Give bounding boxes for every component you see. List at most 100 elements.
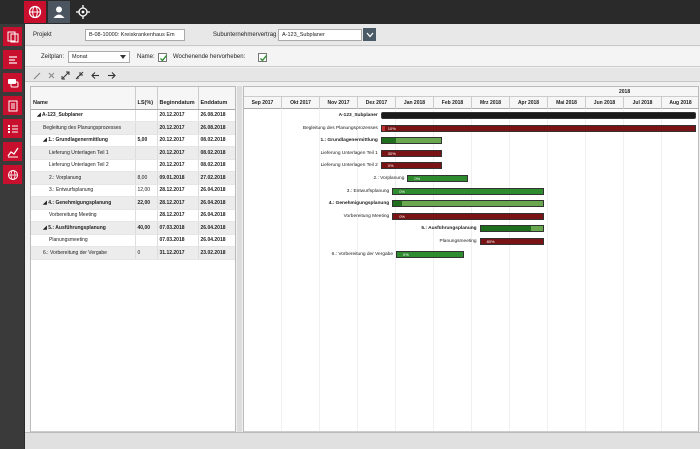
month-gridline	[547, 109, 548, 433]
schedule-icon[interactable]	[3, 50, 22, 69]
task-end-cell: 26.04.2018	[198, 196, 235, 210]
gantt-bar-percent: 0%	[399, 213, 405, 219]
gantt-bar[interactable]: 0%	[392, 212, 545, 220]
task-begin-cell: 31.12.2017	[157, 246, 199, 260]
projekt-field[interactable]: B-08-10000: Kreiskrankenhaus Em	[85, 29, 185, 41]
chart-icon[interactable]	[3, 142, 22, 161]
table-row[interactable]: Planungsmeeting 07.03.2018 26.04.2018	[31, 234, 235, 247]
month-gridline	[357, 109, 358, 433]
gantt-task-label: 2.: Vorplanung	[373, 176, 405, 181]
delete-icon[interactable]	[47, 71, 56, 80]
task-ls-cell: 40,00	[135, 221, 158, 235]
gantt-task-label: 1.: Grundlagenermittlung	[320, 138, 378, 144]
main-panel: Projekt B-08-10000: Kreiskrankenhaus Em …	[25, 24, 700, 449]
gantt-task-label: 4.: Genehmigungsplanung	[328, 201, 390, 207]
gantt-task-label: 6.: Vorbereitung der Vergabe	[331, 251, 393, 257]
task-begin-cell: 20.12.2017	[157, 109, 199, 122]
chevron-down-icon[interactable]	[118, 53, 128, 61]
collapse-icon[interactable]	[75, 71, 84, 80]
gantt-bar[interactable]: 0%	[392, 187, 545, 195]
task-end-cell: 26.04.2018	[198, 209, 235, 222]
gantt-bar-percent: 30%	[387, 150, 396, 156]
task-name-cell: ◢ 1.: Grundlagenermittlung	[31, 134, 136, 147]
table-row[interactable]: Lieferung Unterlagen Teil 2 20.12.2017 08.…	[31, 159, 235, 172]
table-row[interactable]: Vorbereitung Meeting 28.12.2017 26.04.2018	[31, 209, 235, 222]
target-icon[interactable]	[72, 1, 94, 23]
gantt-bar[interactable]: 0%	[396, 250, 465, 258]
vertrag-dropdown-button[interactable]	[363, 28, 376, 41]
task-name-cell: 6.: Vorbereitung der Vergabe	[31, 246, 136, 260]
table-row[interactable]: Lieferung Unterlagen Teil 1 20.12.2017 08.…	[31, 146, 235, 160]
task-name-cell: Planungsmeeting	[31, 234, 136, 247]
month-header-cell: Aug 2018	[662, 97, 698, 109]
arrow-left-icon[interactable]	[91, 71, 100, 80]
table-row[interactable]: 6.: Vorbereitung der Vergabe 0 31.12.2017 2…	[31, 246, 235, 260]
globe-icon[interactable]	[3, 165, 22, 184]
top-bar	[0, 0, 700, 24]
vertrag-field[interactable]: A-123_Subplaner	[278, 29, 362, 41]
month-header-cell: Nov 2017	[320, 97, 358, 109]
month-gridline	[281, 109, 282, 433]
gantt-bar[interactable]	[380, 112, 697, 119]
task-begin-cell: 20.12.2017	[157, 159, 199, 172]
gantt-bar-percent: 0%	[399, 188, 405, 194]
month-header-cell: Jan 2018	[396, 97, 434, 109]
zeitplan-label: Zeitplan:	[41, 54, 65, 60]
task-ls-cell	[135, 146, 158, 160]
gantt-bar[interactable]: 30%	[380, 149, 442, 157]
task-begin-cell: 28.12.2017	[157, 184, 199, 197]
gantt-year-header: 2018	[244, 87, 698, 97]
gantt-bar-percent: 0%	[414, 176, 421, 181]
table-row[interactable]: ◢ 4.: Genehmigungsplanung 22,00 28.12.2017…	[31, 196, 235, 210]
expand-icon[interactable]	[61, 71, 70, 80]
month-header-cell: Mrz 2018	[472, 97, 510, 109]
year-label: 2018	[619, 89, 631, 95]
gantt-task-label: Begleitung des Planungsprozesses	[302, 125, 378, 131]
pane-splitter[interactable]	[237, 86, 242, 440]
chat-icon[interactable]	[3, 73, 22, 92]
table-row[interactable]: ◢ A-123_Subplaner 20.12.2017 26.08.2018	[31, 109, 235, 122]
task-end-cell: 26.04.2018	[198, 184, 235, 197]
gantt-bar[interactable]: 0%	[380, 162, 442, 170]
task-end-cell: 26.08.2018	[198, 121, 235, 135]
name-checkbox[interactable]	[158, 53, 168, 62]
month-gridline	[585, 109, 586, 433]
project-selection-bar: Projekt B-08-10000: Kreiskrankenhaus Em …	[25, 24, 700, 46]
task-name-cell: ◢ 4.: Genehmigungsplanung	[31, 196, 136, 210]
table-row[interactable]: Begleitung des Planungsprozesses 20.12.20…	[31, 121, 235, 135]
arrow-right-icon[interactable]	[107, 71, 116, 80]
gantt-bar[interactable]: 80%	[479, 238, 545, 245]
gantt-body: A-123_Subplaner Begleitung des Planungspr…	[244, 109, 698, 433]
column-header-ls[interactable]: LS(%)	[135, 97, 158, 110]
gantt-bar[interactable]: 10%	[380, 124, 697, 132]
view-options-bar: Zeitplan: Monat Name: Wochenende hervorh…	[25, 47, 700, 67]
table-row[interactable]: ◢ 5.: Ausführungsplanung 40,00 07.03.2018 2…	[31, 221, 235, 235]
task-ls-cell: 12,00	[135, 184, 158, 197]
column-header-begin[interactable]: Beginndatum	[157, 97, 199, 110]
column-header-end[interactable]: Enddatum	[198, 97, 235, 110]
toolbar	[25, 68, 700, 82]
document-icon[interactable]	[3, 96, 22, 115]
gantt-task-label: 5.: Ausführungsplanung	[421, 226, 477, 232]
chevron-down-icon	[366, 32, 373, 37]
table-row[interactable]: 2.: Vorplanung 8,00 09.01.2018 27.02.2018	[31, 171, 235, 185]
edit-icon[interactable]	[33, 71, 42, 80]
task-ls-cell: 0	[135, 246, 158, 260]
overview-icon[interactable]	[3, 27, 22, 46]
table-row[interactable]: ◢ 1.: Grundlagenermittlung 5,00 20.12.2017…	[31, 134, 235, 147]
checklist-icon[interactable]	[3, 119, 22, 138]
column-header-name[interactable]: Name	[31, 97, 136, 110]
task-begin-cell: 28.12.2017	[157, 209, 199, 222]
gantt-bar[interactable]	[392, 200, 545, 208]
user-icon[interactable]	[48, 1, 70, 23]
gantt-bar[interactable]	[380, 137, 442, 145]
gantt-month-header: Sep 2017 Okt 2017 Nov 2017 Dez 2017 Jan 2018…	[244, 97, 698, 109]
gantt-bar[interactable]	[479, 225, 545, 233]
task-ls-cell	[135, 209, 158, 222]
wochenende-checkbox[interactable]	[258, 53, 268, 62]
gantt-bar[interactable]: 0%	[407, 175, 469, 182]
task-end-cell: 26.08.2018	[198, 109, 235, 122]
gantt-bar-progress	[480, 226, 531, 232]
globe-icon[interactable]	[24, 1, 46, 23]
table-row[interactable]: 3.: Entwurfsplanung 12,00 28.12.2017 26.04.…	[31, 184, 235, 197]
